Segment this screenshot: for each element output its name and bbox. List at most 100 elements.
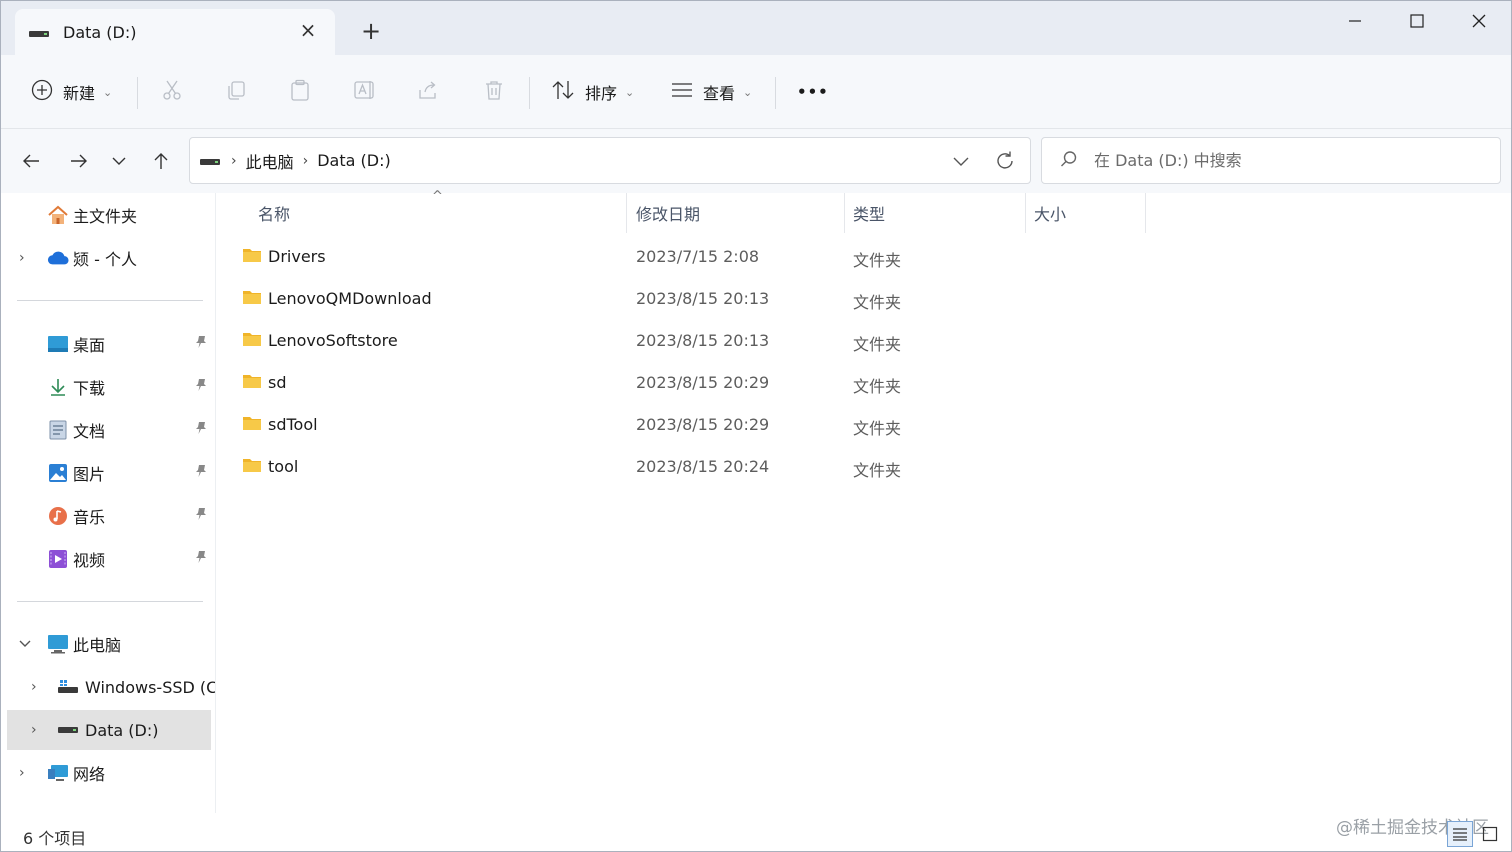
search-icon bbox=[1060, 150, 1078, 172]
sidebar-item-label: Data (D:) bbox=[85, 720, 159, 740]
share-icon bbox=[417, 79, 439, 105]
delete-button[interactable] bbox=[483, 55, 505, 129]
forward-button[interactable] bbox=[65, 147, 93, 175]
maximize-button[interactable] bbox=[1385, 1, 1449, 41]
sidebar-item-documents[interactable]: 文档 bbox=[7, 410, 211, 450]
sidebar-item-this-pc[interactable]: 此电脑 bbox=[7, 624, 211, 664]
new-label: 新建 bbox=[63, 84, 96, 103]
pin-icon[interactable] bbox=[195, 335, 207, 353]
table-row[interactable]: sd 2023/8/15 20:29 文件夹 bbox=[232, 363, 952, 403]
sidebar-item-onedrive[interactable]: › 颎 - 个人 bbox=[7, 238, 211, 278]
column-separator[interactable] bbox=[626, 193, 627, 233]
sidebar-item-pictures[interactable]: 图片 bbox=[7, 453, 211, 493]
address-bar[interactable]: › 此电脑 › Data (D:) bbox=[189, 137, 1031, 184]
tab-data-d[interactable]: Data (D:) × bbox=[15, 9, 335, 55]
table-row[interactable]: tool 2023/8/15 20:24 文件夹 bbox=[232, 447, 952, 487]
clipboard-icon bbox=[289, 79, 311, 105]
file-date: 2023/8/15 20:24 bbox=[636, 457, 770, 476]
table-row[interactable]: Drivers 2023/7/15 2:08 文件夹 bbox=[232, 237, 952, 277]
table-row[interactable]: sdTool 2023/8/15 20:29 文件夹 bbox=[232, 405, 952, 445]
sidebar-item-home[interactable]: 主文件夹 bbox=[7, 195, 211, 235]
windows-drive-icon bbox=[57, 676, 79, 698]
column-header-modified[interactable]: 修改日期 bbox=[628, 193, 700, 233]
list-view-icon bbox=[671, 81, 693, 103]
column-header-type[interactable]: 类型 bbox=[845, 193, 885, 233]
tab-title: Data (D:) bbox=[63, 22, 137, 42]
folder-icon bbox=[242, 247, 262, 267]
home-icon bbox=[47, 204, 69, 226]
pin-icon[interactable] bbox=[195, 378, 207, 396]
file-date: 2023/7/15 2:08 bbox=[636, 247, 760, 266]
sidebar-item-drive-c[interactable]: › Windows-SSD (C bbox=[7, 667, 217, 707]
sidebar-item-downloads[interactable]: 下载 bbox=[7, 367, 211, 407]
sidebar-item-label: 视频 bbox=[73, 551, 106, 570]
divider bbox=[137, 77, 138, 109]
breadcrumb-data-d[interactable]: Data (D:) bbox=[317, 151, 390, 170]
new-tab-button[interactable]: + bbox=[359, 19, 383, 43]
tab-close-icon[interactable]: × bbox=[297, 19, 319, 41]
recent-locations-button[interactable] bbox=[105, 147, 133, 175]
breadcrumb-this-pc[interactable]: 此电脑 bbox=[246, 149, 294, 173]
item-count: 6 个项目 bbox=[23, 829, 87, 848]
close-window-button[interactable] bbox=[1447, 1, 1511, 41]
breadcrumb: › 此电脑 › Data (D:) bbox=[200, 138, 391, 183]
sidebar-item-label: 音乐 bbox=[73, 508, 106, 527]
up-button[interactable] bbox=[147, 147, 175, 175]
file-name: tool bbox=[268, 457, 299, 476]
paste-button[interactable] bbox=[289, 55, 311, 129]
sidebar-item-desktop[interactable]: 桌面 bbox=[7, 324, 211, 364]
chevron-right-icon: › bbox=[19, 250, 25, 266]
drive-icon bbox=[29, 23, 49, 42]
file-date: 2023/8/15 20:13 bbox=[636, 289, 770, 308]
sidebar-item-label: 下载 bbox=[73, 379, 106, 398]
folder-icon bbox=[242, 331, 262, 351]
chevron-right-icon: › bbox=[31, 679, 37, 695]
table-row[interactable]: LenovoSoftstore 2023/8/15 20:13 文件夹 bbox=[232, 321, 952, 361]
tiles-view-button[interactable] bbox=[1477, 821, 1503, 847]
column-separator[interactable] bbox=[1145, 193, 1146, 233]
chevron-right-icon: › bbox=[31, 722, 37, 738]
more-options-button[interactable]: ••• bbox=[797, 55, 829, 129]
address-history-button[interactable] bbox=[952, 150, 970, 176]
back-button[interactable] bbox=[17, 147, 45, 175]
rename-button[interactable] bbox=[353, 55, 377, 129]
sidebar-item-videos[interactable]: 视频 bbox=[7, 539, 211, 579]
file-type: 文件夹 bbox=[853, 335, 902, 354]
new-button[interactable]: 新建 ⌄ bbox=[31, 55, 112, 129]
breadcrumb-separator: › bbox=[302, 152, 309, 169]
column-header-label: 大小 bbox=[1034, 205, 1067, 224]
pin-icon[interactable] bbox=[195, 507, 207, 525]
column-header-size[interactable]: 大小 bbox=[1026, 193, 1066, 233]
sidebar-item-label: 颎 - 个人 bbox=[73, 250, 137, 269]
pin-icon[interactable] bbox=[195, 550, 207, 568]
cut-button[interactable] bbox=[161, 55, 183, 129]
status-bar: 6 个项目 @稀土掘金技术社区 bbox=[1, 813, 1511, 851]
pin-icon[interactable] bbox=[195, 421, 207, 439]
share-button[interactable] bbox=[417, 55, 439, 129]
drive-icon bbox=[57, 719, 79, 741]
desktop-icon bbox=[47, 333, 69, 355]
table-row[interactable]: LenovoQMDownload 2023/8/15 20:13 文件夹 bbox=[232, 279, 952, 319]
column-header-name[interactable]: 名称 ^ bbox=[250, 189, 443, 233]
sidebar-item-network[interactable]: › 网络 bbox=[7, 753, 211, 793]
search-box[interactable] bbox=[1041, 137, 1501, 184]
chevron-down-icon: ⌄ bbox=[625, 85, 635, 99]
divider bbox=[17, 300, 203, 301]
refresh-button[interactable] bbox=[994, 150, 1016, 176]
details-view-button[interactable] bbox=[1447, 821, 1473, 847]
folder-icon bbox=[242, 373, 262, 393]
sidebar-item-drive-d[interactable]: › Data (D:) bbox=[7, 710, 211, 750]
sort-ascending-icon: ^ bbox=[432, 189, 443, 204]
column-header-label: 名称 bbox=[258, 205, 291, 224]
file-type: 文件夹 bbox=[853, 293, 902, 312]
sidebar-item-music[interactable]: 音乐 bbox=[7, 496, 211, 536]
file-type: 文件夹 bbox=[853, 461, 902, 480]
pin-icon[interactable] bbox=[195, 464, 207, 482]
view-button[interactable]: 查看 ⌄ bbox=[671, 55, 752, 129]
minimize-button[interactable] bbox=[1323, 1, 1387, 41]
sidebar-item-label: 桌面 bbox=[73, 336, 106, 355]
copy-button[interactable] bbox=[225, 55, 247, 129]
search-input[interactable] bbox=[1094, 151, 1454, 170]
sort-button[interactable]: 排序 ⌄ bbox=[551, 55, 634, 129]
chevron-down-icon: ⌄ bbox=[743, 85, 753, 99]
